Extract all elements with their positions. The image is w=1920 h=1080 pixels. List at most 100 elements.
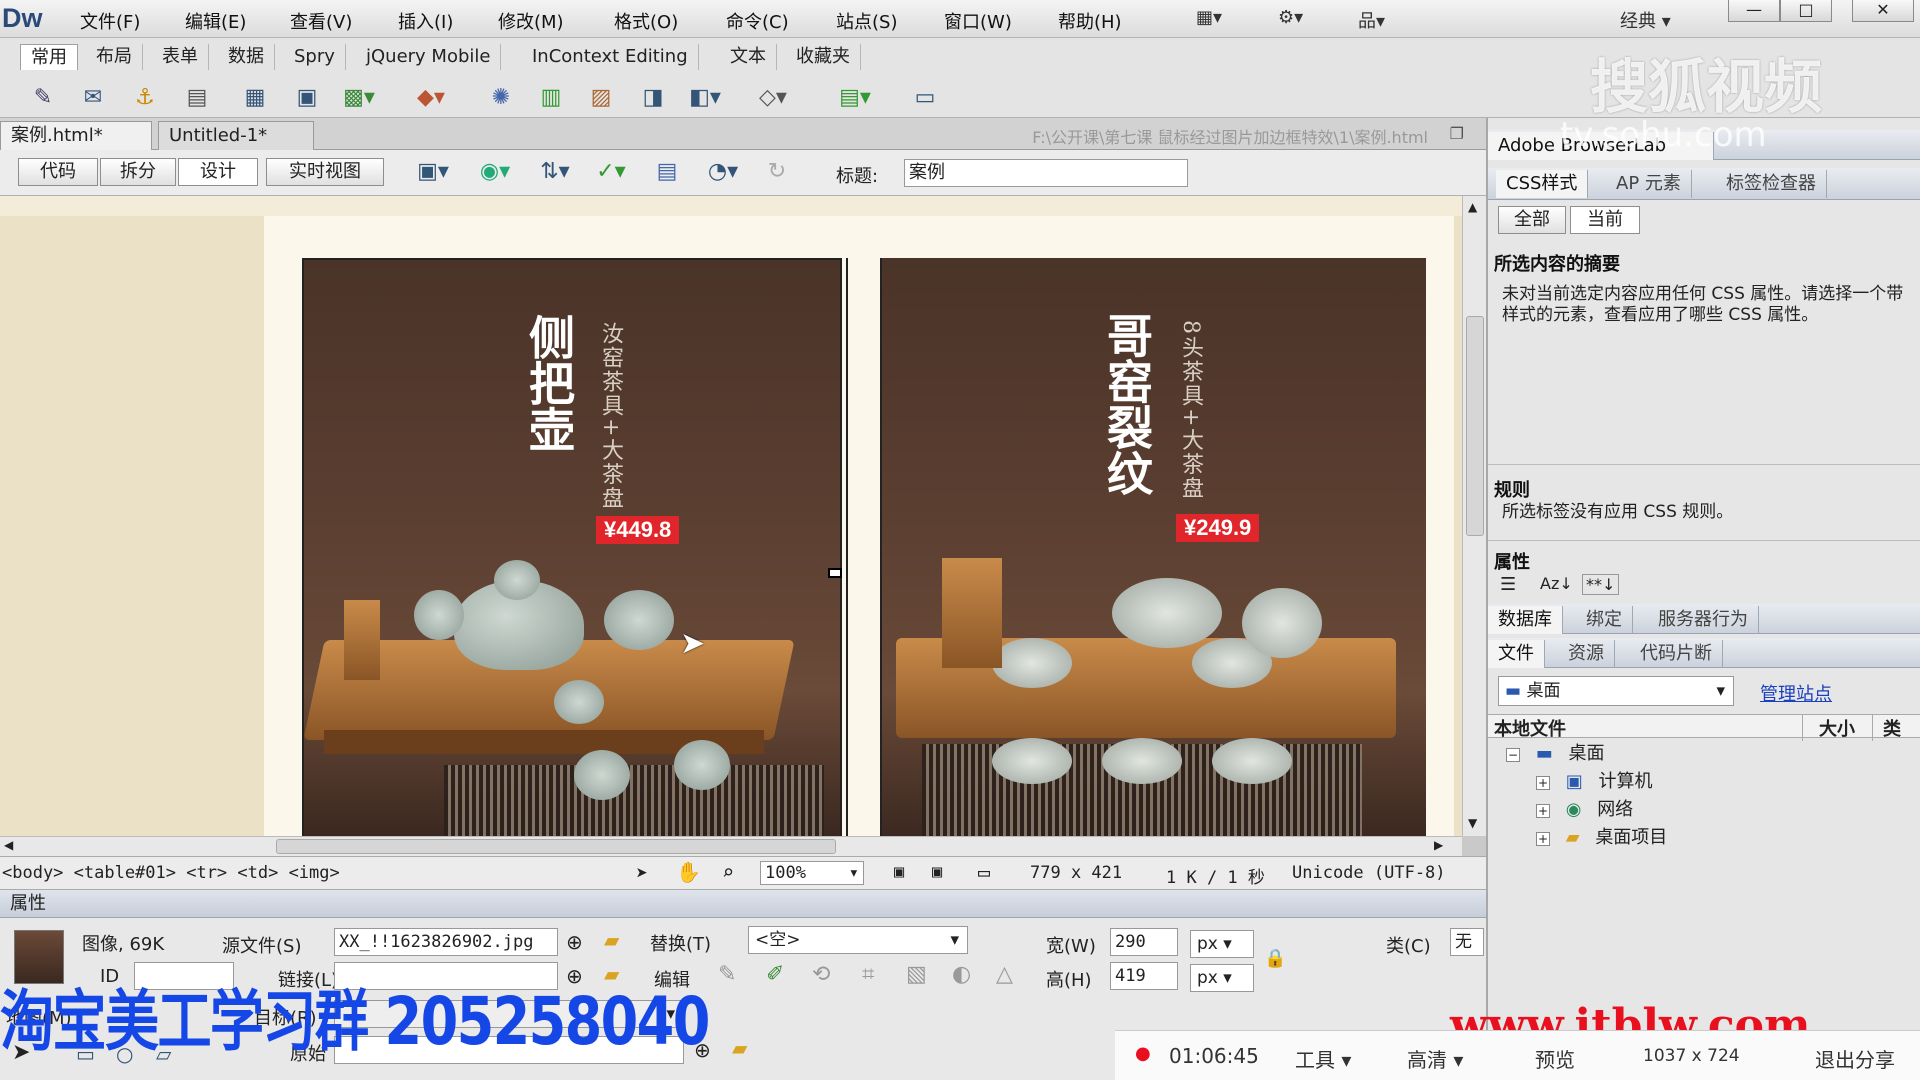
tree-row-network[interactable]: + ◉ 网络 [1488,796,1920,824]
refresh-icon[interactable]: ↻ [760,156,794,186]
table-icon[interactable]: ▦ [238,82,272,112]
close-button[interactable]: ✕ [1852,0,1914,22]
email-link-icon[interactable]: ✉ [76,82,110,112]
tree-row-desktop-items[interactable]: + ▰ 桌面项目 [1488,824,1920,852]
current-button[interactable]: 当前 [1570,206,1640,234]
scroll-thumb[interactable] [1466,316,1484,536]
restore-icon[interactable]: ❐ [1450,124,1464,143]
tag-chooser-icon[interactable]: ▭ [908,82,942,112]
scroll-left-icon[interactable]: ◀ [4,838,13,852]
category-view-icon[interactable]: ☰ [1500,574,1516,595]
scroll-up-icon[interactable]: ▲ [1468,200,1477,214]
tree-row-desktop[interactable]: − ▬ 桌面 [1488,740,1920,768]
hand-icon[interactable]: ✋ [676,860,701,884]
hyperlink-icon[interactable]: ✎ [26,82,60,112]
server-include-icon[interactable]: ▨ [584,82,618,112]
menu-edit[interactable]: 编辑(E) [185,8,246,34]
manage-sites-link[interactable]: 管理站点 [1760,680,1832,706]
menu-window[interactable]: 窗口(W) [944,8,1012,34]
menu-insert[interactable]: 插入(I) [398,8,453,34]
code-view-button[interactable]: 代码 [18,158,98,186]
resize-handle[interactable] [828,568,842,578]
insert-tab-spry[interactable]: Spry [284,44,346,70]
scroll-right-icon[interactable]: ▶ [1434,838,1443,852]
src-input[interactable]: XX_!!1623826902.jpg [334,928,558,956]
assets-tab[interactable]: 资源 [1558,640,1615,668]
menu-help[interactable]: 帮助(H) [1058,8,1122,34]
lock-icon[interactable]: 🔒 [1264,948,1286,969]
height-input[interactable]: 419 [1110,962,1178,990]
tag-selector[interactable]: <body> <table#01> <tr> <td> <img> [2,863,340,883]
anchor-icon[interactable]: ⚓ [128,82,162,112]
pointer-icon[interactable]: ➤ [636,861,648,885]
brightness-icon[interactable]: ◐ [952,962,971,987]
all-button[interactable]: 全部 [1498,206,1566,234]
css-styles-tab[interactable]: CSS样式 [1496,170,1589,198]
width-unit-select[interactable]: px ▾ [1190,930,1254,958]
splitter[interactable] [1488,464,1920,468]
crop-icon[interactable]: ⌗ [862,962,874,987]
insert-tab-incontext[interactable]: InContext Editing [522,44,699,70]
menu-commands[interactable]: 命令(C) [726,8,789,34]
gear-icon[interactable]: ⚙▾ [1278,7,1303,28]
div-icon[interactable]: ▣ [290,82,324,112]
tools-menu[interactable]: 工具 ▾ [1295,1044,1351,1073]
splitter[interactable] [1488,540,1920,544]
insert-tab-forms[interactable]: 表单 [152,44,209,70]
file-transfer-icon[interactable]: ⇅▾ [538,156,572,186]
width-input[interactable]: 290 [1110,928,1178,956]
live-view-button[interactable]: 实时视图 [266,158,384,186]
insert-tab-text[interactable]: 文本 [720,44,777,70]
snippets-tab[interactable]: 代码片断 [1630,640,1723,668]
image-icon[interactable]: ▩▾ [342,82,376,112]
folder-icon[interactable]: ▰ [732,1036,747,1060]
collapse-icon[interactable]: − [1506,748,1520,762]
menu-format[interactable]: 格式(O) [614,8,678,34]
check-browser-icon[interactable]: ✓▾ [594,156,628,186]
zoom-icon[interactable]: ⌕ [722,860,734,884]
doc-tab-untitled[interactable]: Untitled-1* × [158,121,314,174]
template-icon[interactable]: ▤▾ [838,82,872,112]
ap-elements-tab[interactable]: AP 元素 [1606,170,1692,198]
workspace-switcher[interactable]: 经典 ▾ [1620,7,1671,33]
expand-icon[interactable]: + [1536,832,1550,846]
zoom-select[interactable]: 100% ▾ [760,861,864,885]
folder-icon[interactable]: ▰ [604,928,619,952]
col-local-files[interactable]: 本地文件 [1494,715,1566,741]
exit-share-button[interactable]: 退出分享 [1815,1044,1895,1073]
set-properties-icon[interactable]: **↓ [1582,574,1620,595]
menu-modify[interactable]: 修改(M) [498,8,564,34]
site-select[interactable]: ▬ 桌面 ▾ [1498,676,1734,706]
split-view-button[interactable]: 拆分 [100,158,176,186]
menu-view[interactable]: 查看(V) [290,8,352,34]
menu-file[interactable]: 文件(F) [80,8,140,34]
insert-tab-favorites[interactable]: 收藏夹 [786,44,861,70]
maximize-button[interactable]: □ [1780,0,1832,22]
expand-icon[interactable]: + [1536,776,1550,790]
tablet-size-icon[interactable]: ▣ [932,862,942,882]
comment-icon[interactable]: ◨ [636,82,670,112]
insert-tab-common[interactable]: 常用 [20,44,78,70]
quality-menu[interactable]: 高清 ▾ [1407,1044,1463,1073]
alt-select[interactable]: <空> ▾ [748,926,968,954]
sharpen-icon[interactable]: △ [996,962,1013,987]
preview-button[interactable]: 预览 [1535,1044,1575,1073]
title-input[interactable]: 案例 [904,159,1188,187]
doc-tab-case[interactable]: 案例.html* × [0,121,152,174]
head-icon[interactable]: ◧▾ [688,82,722,112]
hr-icon[interactable]: ▤ [180,82,214,112]
bindings-tab[interactable]: 绑定 [1576,606,1633,634]
col-type[interactable]: 类 [1872,715,1901,741]
tag-inspector-tab[interactable]: 标签检查器 [1716,170,1827,198]
insert-tab-layout[interactable]: 布局 [86,44,143,70]
browser-preview-icon[interactable]: ◉▾ [478,156,512,186]
site-icon[interactable]: 品▾ [1358,7,1385,33]
multiscreen-icon[interactable]: ▣▾ [416,156,450,186]
desktop-size-icon[interactable]: ▭ [978,860,990,884]
window-dimensions[interactable]: 779 x 421 [1030,863,1122,883]
edit-image-icon[interactable]: ✎ [718,962,736,987]
design-view-button[interactable]: 设计 [178,158,258,186]
edit-settings-icon[interactable]: ✐ [766,962,784,987]
product-image-1[interactable]: 侧把壶 汝窑茶具+大茶盘 ¥449.8 [302,258,842,836]
resample-icon[interactable]: ▧ [906,962,927,987]
